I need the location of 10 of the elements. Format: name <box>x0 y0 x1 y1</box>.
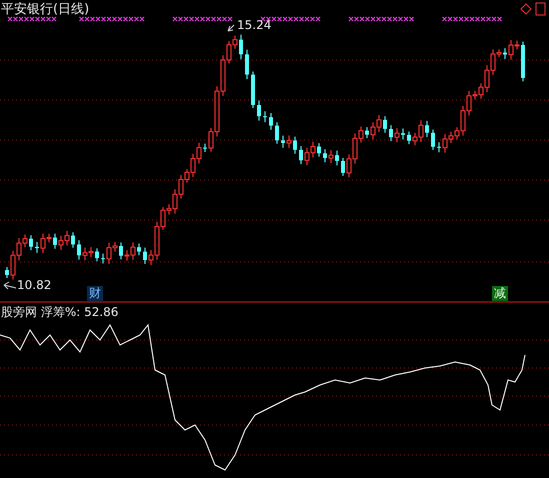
chart-title: 平安银行(日线) <box>1 1 90 18</box>
high-arrow-icon <box>228 24 234 32</box>
low-price-label: 10.82 <box>17 278 52 292</box>
panel-toggle-icon[interactable] <box>536 2 546 16</box>
low-arrow-icon <box>4 282 16 290</box>
diamond-icon <box>520 3 532 15</box>
event-badge[interactable]: 减 <box>492 286 508 301</box>
event-badge[interactable]: 财 <box>87 286 103 301</box>
indicator-label: 股旁网 浮筹%: 52.86 <box>1 304 118 321</box>
high-price-label: 15.24 <box>237 18 272 32</box>
